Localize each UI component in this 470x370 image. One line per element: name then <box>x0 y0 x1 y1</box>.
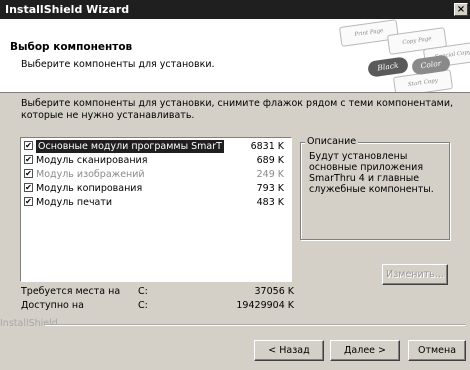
checkmark-icon: ✔ <box>25 141 32 150</box>
space-required-value: 37056 K <box>254 286 294 297</box>
component-row[interactable]: ✔ Модуль копирования 793 K <box>22 182 290 195</box>
close-button[interactable]: × <box>454 3 468 16</box>
space-required-label: Требуется места на <box>21 286 121 297</box>
component-row[interactable]: ✔ Основные модули программы SmarT 6831 K <box>22 140 290 153</box>
description-text: Будут установлены основные приложения Sm… <box>309 151 434 195</box>
instruction-text: Выберите компоненты для установки, сними… <box>21 98 454 121</box>
component-name: Модуль изображений <box>36 169 145 180</box>
checkmark-icon: ✔ <box>25 197 32 206</box>
change-button[interactable]: Изменить... <box>382 264 448 285</box>
description-legend: Описание <box>305 136 359 147</box>
component-list[interactable]: ✔ Основные модули программы SmarT 6831 K… <box>20 137 292 282</box>
component-name: Модуль копирования <box>36 183 143 194</box>
component-name: Модуль печати <box>36 197 113 208</box>
component-size: 483 K <box>256 197 284 208</box>
title-bar[interactable]: InstallShield Wizard × <box>0 0 470 19</box>
checkmark-icon: ✔ <box>25 155 32 164</box>
component-checkbox[interactable]: ✔ <box>24 183 33 192</box>
art-black-button: Black <box>367 56 409 78</box>
window-title: InstallShield Wizard <box>5 3 130 16</box>
installshield-window: InstallShield Wizard × Выбор компонентов… <box>0 0 470 370</box>
space-available-drive: C: <box>138 300 148 311</box>
page-subtitle: Выберите компоненты для установки. <box>21 59 215 70</box>
component-row[interactable]: ✔ Модуль изображений 249 K <box>22 168 290 181</box>
component-row[interactable]: ✔ Модуль печати 483 K <box>22 196 290 209</box>
close-icon: × <box>456 4 466 15</box>
component-size: 6831 K <box>250 141 284 152</box>
component-size: 793 K <box>256 183 284 194</box>
component-checkbox[interactable]: ✔ <box>24 197 33 206</box>
cancel-button[interactable]: Отмена <box>408 340 466 361</box>
component-checkbox[interactable]: ✔ <box>24 141 33 150</box>
space-available-label: Доступно на <box>21 300 84 311</box>
page-title: Выбор компонентов <box>10 41 133 53</box>
checkmark-icon: ✔ <box>25 169 32 178</box>
component-checkbox[interactable]: ✔ <box>24 169 33 178</box>
component-name: Модуль сканирования <box>36 155 148 166</box>
component-size: 689 K <box>256 155 284 166</box>
next-button[interactable]: Далее > <box>330 340 400 361</box>
component-name: Основные модули программы SmarT <box>36 140 224 153</box>
space-available-value: 19429904 K <box>236 300 294 311</box>
footer-divider <box>45 324 465 326</box>
back-button[interactable]: < Назад <box>254 340 324 361</box>
component-size: 249 K <box>256 169 284 180</box>
component-row[interactable]: ✔ Модуль сканирования 689 K <box>22 154 290 167</box>
header-illustration: Print Page Copy Page Special Copy Start … <box>320 19 470 92</box>
space-required-drive: C: <box>138 286 148 297</box>
checkmark-icon: ✔ <box>25 183 32 192</box>
component-checkbox[interactable]: ✔ <box>24 155 33 164</box>
wizard-header: Выбор компонентов Выберите компоненты дл… <box>0 19 470 93</box>
